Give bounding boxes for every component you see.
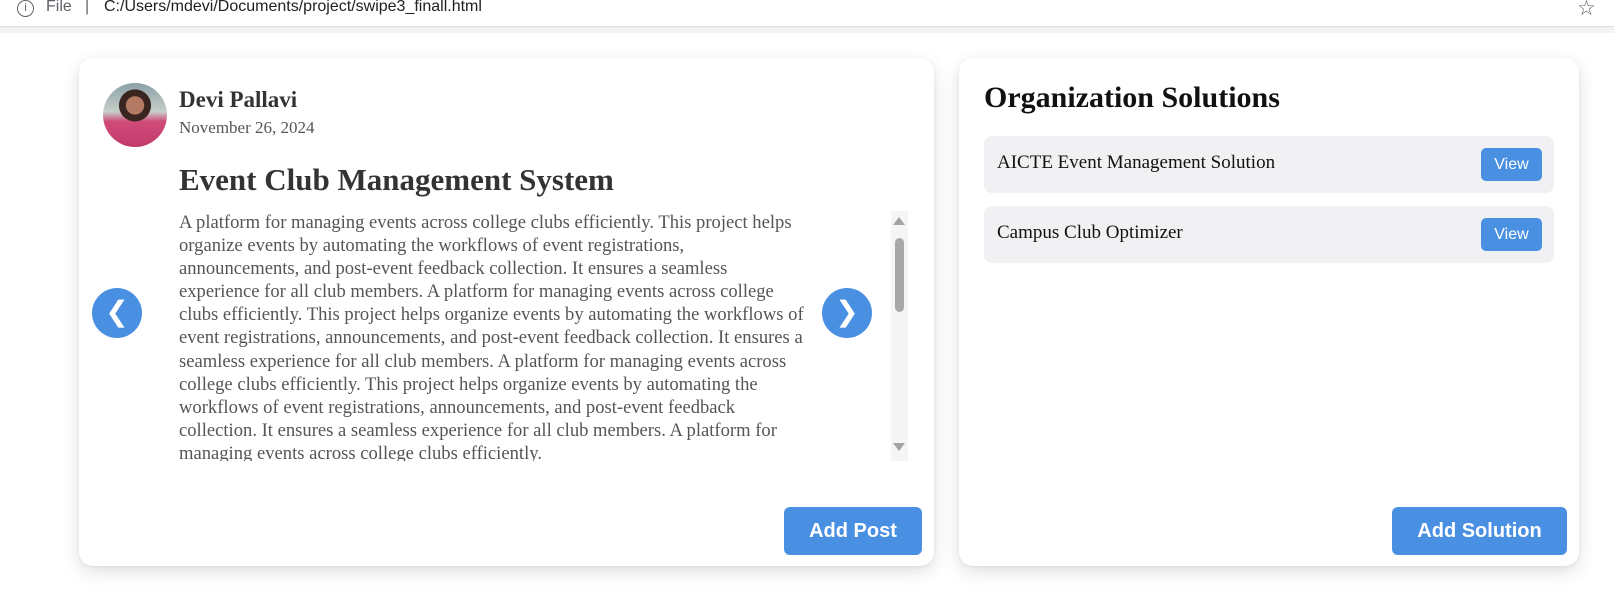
bookmark-star-icon[interactable]: ☆	[1577, 0, 1596, 20]
solution-name: Campus Club Optimizer	[997, 222, 1183, 243]
avatar	[103, 83, 167, 147]
scroll-up-arrow-icon[interactable]	[893, 217, 905, 225]
file-scheme-label: File	[46, 0, 72, 15]
info-icon[interactable]: i	[17, 0, 34, 17]
previous-post-button[interactable]: ❮	[92, 288, 142, 338]
solutions-title: Organization Solutions	[984, 81, 1280, 114]
scroll-down-arrow-icon[interactable]	[893, 443, 905, 451]
add-post-button[interactable]: Add Post	[784, 507, 922, 555]
next-post-button[interactable]: ❯	[822, 288, 872, 338]
scrollbar-thumb[interactable]	[895, 238, 904, 312]
scrollbar[interactable]	[891, 211, 908, 461]
address-bar: i File | C:/Users/mdevi/Documents/projec…	[0, 0, 1614, 27]
solution-item: Campus Club Optimizer View	[984, 206, 1554, 263]
solution-item: AICTE Event Management Solution View	[984, 136, 1554, 193]
view-solution-button[interactable]: View	[1481, 148, 1542, 181]
post-date: November 26, 2024	[179, 118, 315, 137]
post-title: Event Club Management System	[179, 162, 614, 197]
author-name: Devi Pallavi	[179, 87, 298, 112]
view-solution-button[interactable]: View	[1481, 218, 1542, 251]
address-separator: |	[85, 0, 90, 15]
post-content-scroll-area[interactable]: A platform for managing events across co…	[179, 211, 891, 461]
post-card: Devi Pallavi November 26, 2024 Event Clu…	[79, 58, 934, 566]
add-solution-button[interactable]: Add Solution	[1392, 507, 1567, 555]
post-content: A platform for managing events across co…	[179, 212, 804, 461]
toolbar-divider	[0, 27, 1614, 33]
solution-name: AICTE Event Management Solution	[997, 152, 1276, 173]
solutions-card: Organization Solutions AICTE Event Manag…	[959, 58, 1579, 566]
url-field[interactable]: C:/Users/mdevi/Documents/project/swipe3_…	[104, 0, 482, 16]
